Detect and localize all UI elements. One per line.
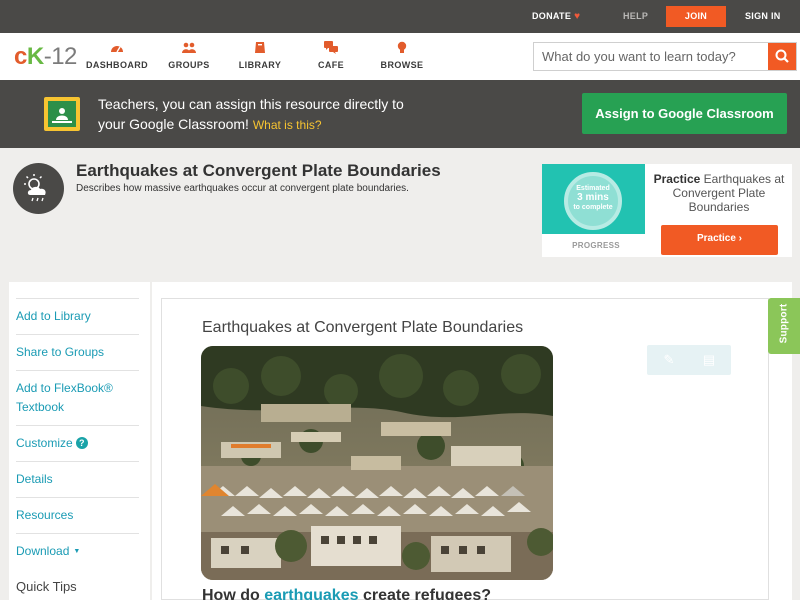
notes-icon[interactable]: ▤ [701, 352, 717, 368]
library-icon [255, 42, 265, 53]
estimated-time: Estimated 3 mins to complete [573, 185, 613, 211]
concept-title: Earthquakes at Convergent Plate Boundari… [76, 161, 441, 180]
section-question: How do earthquakes create refugees? [202, 587, 491, 600]
earthquake-refugee-camp-image [201, 346, 553, 580]
practice-description: Practice Earthquakes at Convergent Plate… [653, 172, 785, 214]
help-link[interactable]: HELP [623, 0, 648, 33]
sign-in-link[interactable]: SIGN IN [745, 0, 781, 33]
google-classroom-icon [44, 97, 80, 131]
earthquakes-link[interactable]: earthquakes [264, 587, 358, 600]
nav-groups[interactable]: GROUPS [154, 41, 224, 70]
resources-link[interactable]: Resources [16, 497, 139, 525]
join-button[interactable]: JOIN [666, 6, 726, 27]
concept-subtitle: Describes how massive earthquakes occur … [76, 183, 409, 194]
lesson-title: Earthquakes at Convergent Plate Boundari… [202, 319, 524, 336]
customize-link[interactable]: Customize? [16, 425, 139, 453]
search-button[interactable] [768, 43, 796, 70]
nav-dashboard[interactable]: DASHBOARD [82, 41, 152, 70]
pencil-icon[interactable]: ✎ [661, 352, 677, 368]
practice-button[interactable]: Practice › [661, 225, 778, 255]
search-bar [533, 42, 797, 71]
download-link[interactable]: Download ▼ [16, 533, 139, 561]
assign-google-classroom-button[interactable]: Assign to Google Classroom [582, 93, 787, 134]
add-to-flexbook-link[interactable]: Add to FlexBook® Textbook [16, 370, 139, 417]
weather-icon [13, 163, 64, 214]
google-classroom-banner: Teachers, you can assign this resource d… [0, 80, 800, 148]
heart-icon: ♥ [574, 11, 581, 22]
donate-link[interactable]: DONATE ♥ [532, 0, 580, 33]
banner-text: Teachers, you can assign this resource d… [98, 96, 404, 132]
add-to-library-link[interactable]: Add to Library [16, 298, 139, 326]
nav-library[interactable]: LIBRARY [225, 41, 295, 70]
details-link[interactable]: Details [16, 461, 139, 489]
practice-card: Estimated 3 mins to complete PROGRESS Pr… [542, 164, 792, 257]
dashboard-icon [111, 46, 123, 53]
caret-down-icon: ▼ [73, 548, 81, 555]
main-content: Earthquakes at Convergent Plate Boundari… [152, 282, 792, 600]
what-is-this-link[interactable]: What is this? [253, 118, 322, 132]
chat-bubbles-icon [324, 41, 338, 54]
search-icon [775, 49, 789, 63]
help-icon[interactable]: ? [75, 437, 88, 449]
main-nav: cK-12 DASHBOARD GROUPS LIBRARY CAFE BROW… [0, 33, 800, 80]
share-to-groups-link[interactable]: Share to Groups [16, 334, 139, 362]
nav-cafe[interactable]: CAFE [296, 41, 366, 70]
ck12-logo[interactable]: cK-12 [14, 43, 77, 71]
nav-browse[interactable]: BROWSE [367, 41, 437, 70]
quick-tips-heading[interactable]: Quick Tips [16, 579, 77, 594]
progress-label: PROGRESS [572, 241, 620, 250]
left-sidebar: Add to Library Share to Groups Add to Fl… [9, 282, 150, 600]
top-bar: DONATE ♥ HELP JOIN SIGN IN [0, 0, 800, 33]
groups-icon [182, 42, 196, 53]
lesson-tools: ✎ ▤ [647, 345, 731, 375]
search-input[interactable] [534, 43, 768, 70]
progress-panel: Estimated 3 mins to complete PROGRESS [542, 164, 645, 257]
chevron-right-icon: › [738, 233, 743, 244]
support-tab[interactable]: Support [768, 298, 800, 354]
lesson-card: Earthquakes at Convergent Plate Boundari… [161, 298, 769, 600]
lightbulb-icon [397, 41, 407, 53]
